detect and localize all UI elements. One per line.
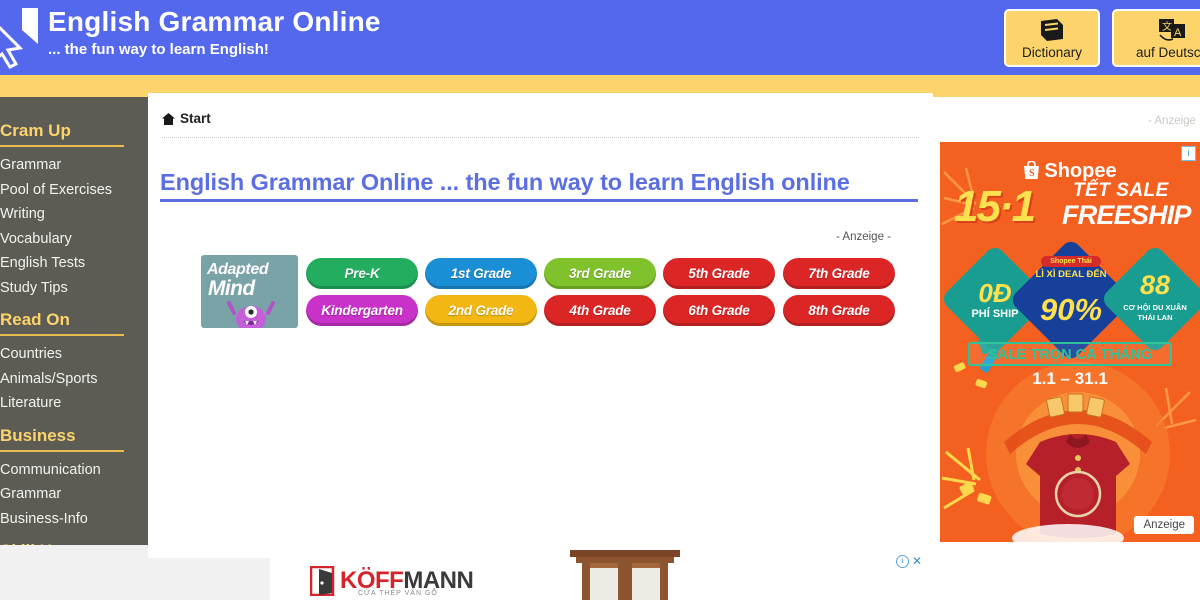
ad-info-icon[interactable]: i — [1181, 146, 1196, 161]
sidebar-heading-business: Business — [0, 426, 148, 455]
inline-ad-anzeige-label: - Anzeige - — [836, 231, 891, 243]
red-ao-dai-icon — [1026, 434, 1130, 538]
adaptedmind-logo: Adapted Mind — [201, 255, 298, 328]
svg-text:S: S — [1029, 168, 1035, 179]
sky-ad-dates: 1.1 – 31.1 — [1032, 369, 1108, 388]
grade-button-1st[interactable]: 1st Grade — [425, 257, 537, 289]
ad-close-icon[interactable]: ✕ — [912, 555, 922, 567]
sky-ad-cta[interactable]: SALE TRỌN CẢ THÁNG — [968, 342, 1172, 366]
sky-ad-tet-sale: TẾT SALE — [1073, 180, 1169, 201]
koffmann-banner-ad[interactable]: KÖFFMANN CỬA THÉP VÂN GỖ i ✕ — [270, 550, 930, 600]
dictionary-button[interactable]: Dictionary — [1004, 9, 1100, 67]
sidebar-item-literature[interactable]: Literature — [0, 391, 148, 416]
pencil-arrow-logo-icon — [0, 8, 38, 69]
sidebar-item-business-grammar[interactable]: Grammar — [0, 482, 148, 507]
sidebar-item-writing[interactable]: Writing — [0, 202, 148, 227]
svg-text:文: 文 — [1162, 20, 1172, 33]
sidebar-item-study-tips[interactable]: Study Tips — [0, 276, 148, 301]
grade-button-4th[interactable]: 4th Grade — [544, 294, 656, 326]
svg-text:A: A — [1174, 27, 1182, 39]
sky-badge-1-mid: LÌ XÌ DEAL ĐẾN — [1035, 269, 1107, 280]
breadcrumb-divider — [162, 137, 919, 138]
sky-ad-date-big: 15·1 — [954, 182, 1036, 231]
open-door-icon — [310, 566, 335, 596]
shopee-skyscraper-ad[interactable]: S Shopee 15·1 TẾT SALE FREESHIP 0Đ PHÍ S… — [940, 142, 1200, 542]
site-title-block: English Grammar Online ... the fun way t… — [48, 6, 381, 60]
grade-button-6th[interactable]: 6th Grade — [663, 294, 775, 326]
grade-button-3rd[interactable]: 3rd Grade — [544, 257, 656, 289]
grade-button-8th[interactable]: 8th Grade — [783, 294, 895, 326]
site-tagline: ... the fun way to learn English! — [48, 41, 269, 58]
grade-button-pre-k[interactable]: Pre-K — [306, 257, 418, 289]
sidebar-item-communication[interactable]: Communication — [0, 458, 148, 483]
sky-ad-anzeige-label: - Anzeige — [1148, 115, 1196, 127]
sky-ad-freeship: FREESHIP — [1062, 200, 1191, 230]
grade-buttons-grid: Pre-K 1st Grade 3rd Grade 5th Grade Kind… — [306, 257, 775, 326]
translate-icon: 文 A — [1159, 18, 1185, 41]
grade-buttons-col5: 7th Grade 8th Grade — [783, 257, 895, 326]
sky-badge-2-big: 88 — [1139, 270, 1171, 300]
sky-badge-2-small: CƠ HỘI DU XUÂN THÁI LAN — [1123, 303, 1187, 322]
sidebar-heading-cram-up: Cram Up — [0, 121, 148, 150]
sky-badge-deal: Shopee Thái LÌ XÌ DEAL ĐẾN 90% — [1008, 237, 1134, 363]
breadcrumb[interactable]: Start — [162, 111, 211, 126]
home-icon — [162, 112, 175, 125]
auf-deutsch-button-label: auf Deutsch — [1135, 44, 1200, 60]
site-header: English Grammar Online ... the fun way t… — [0, 0, 1200, 75]
grade-button-5th[interactable]: 5th Grade — [663, 257, 775, 289]
dictionary-button-label: Dictionary — [1021, 44, 1083, 60]
grade-button-2nd[interactable]: 2nd Grade — [425, 294, 537, 326]
door-frame-icon — [570, 550, 680, 600]
sidebar-item-pool-of-exercises[interactable]: Pool of Exercises — [0, 178, 148, 203]
sky-badge-thailand: 88 CƠ HỘI DU XUÂN THÁI LAN — [1099, 243, 1200, 355]
auf-deutsch-button[interactable]: 文 A auf Deutsch — [1112, 9, 1200, 67]
adchoices-info-icon[interactable]: i — [895, 555, 909, 568]
adaptedmind-brand-line2: Mind — [208, 277, 255, 300]
sky-badge-1-big: 90% — [1039, 292, 1103, 327]
breadcrumb-label: Start — [180, 111, 211, 126]
sidebar-heading-read-on: Read On — [0, 310, 148, 339]
main-content: Start English Grammar Online ... the fun… — [148, 93, 933, 558]
grade-button-kindergarten[interactable]: Kindergarten — [306, 294, 418, 326]
sidebar-heading-skill-up: Skill Up — [0, 541, 148, 545]
sidebar-item-animals-sports[interactable]: Animals/Sports — [0, 367, 148, 392]
page-title-rule — [160, 199, 918, 202]
site-title: English Grammar Online — [48, 6, 381, 37]
bottom-ad-badges: i ✕ — [895, 555, 922, 568]
koffmann-tagline: CỬA THÉP VÂN GỖ — [358, 590, 438, 597]
grade-button-7th[interactable]: 7th Grade — [783, 257, 895, 289]
sidebar-item-vocabulary[interactable]: Vocabulary — [0, 227, 148, 252]
sidebar-item-countries[interactable]: Countries — [0, 342, 148, 367]
shopee-brand-label: Shopee — [1044, 160, 1117, 182]
left-sidebar: Cram Up Grammar Pool of Exercises Writin… — [0, 97, 148, 545]
sidebar-item-english-tests[interactable]: English Tests — [0, 251, 148, 276]
adaptedmind-ad[interactable]: Adapted Mind Pre-K 1st Grade 3rd Grade 5… — [201, 255, 895, 328]
book-icon — [1041, 18, 1063, 41]
shopee-bag-icon: S — [1024, 160, 1040, 179]
sky-ad-anzeige-tag: Anzeige — [1134, 516, 1194, 534]
sky-badge-1-top: Shopee Thái — [1041, 256, 1101, 267]
sidebar-item-business-info[interactable]: Business-Info — [0, 507, 148, 532]
purple-monster-icon — [227, 301, 275, 328]
sidebar-item-grammar[interactable]: Grammar — [0, 153, 148, 178]
page-title: English Grammar Online ... the fun way t… — [160, 168, 850, 195]
